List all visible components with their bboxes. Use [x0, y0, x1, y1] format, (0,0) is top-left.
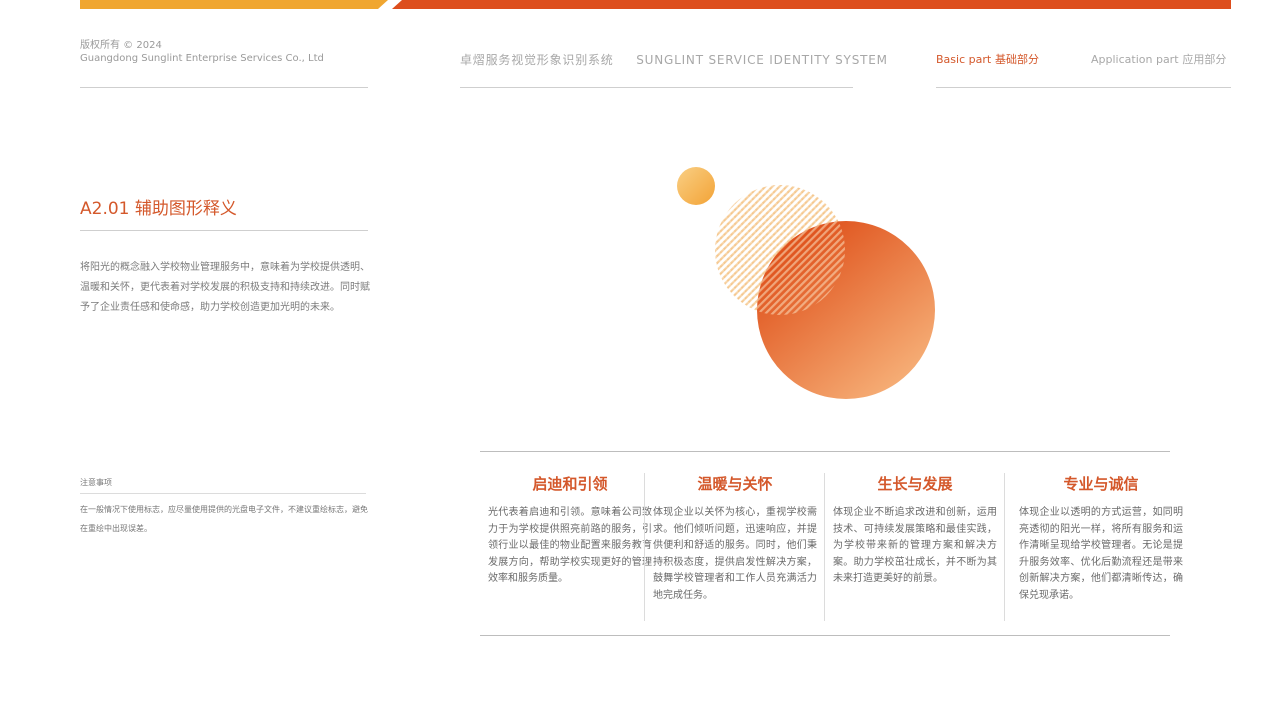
value-card: 生长与发展 体现企业不断追求改进和创新，运用技术、可持续发展策略和最佳实践，为学…	[825, 473, 1005, 621]
section-title: A2.01 辅助图形释义	[80, 199, 237, 219]
value-card: 温暖与关怀 体现企业以关怀为核心，重视学校需求。他们倾听问题，迅速响应，并提供便…	[645, 473, 825, 621]
notes-title: 注意事项	[80, 478, 112, 487]
nav-application-part[interactable]: Application part 应用部分	[1091, 51, 1226, 67]
header-divider-center	[460, 87, 853, 88]
nav-app-cn: 应用部分	[1182, 53, 1227, 66]
nav-basic-part[interactable]: Basic part 基础部分	[936, 51, 1039, 67]
value-text: 体现企业不断追求改进和创新，运用技术、可持续发展策略和最佳实践，为学校带来新的管…	[833, 507, 997, 584]
copyright: 版权所有 © 2024 Guangdong Sunglint Enterpris…	[80, 39, 324, 65]
top-color-bar	[80, 0, 1231, 9]
system-title: 卓熠服务视觉形象识别系统 SUNGLINT SERVICE IDENTITY S…	[460, 51, 888, 68]
value-title: 启迪和引领	[532, 475, 608, 493]
values-bottom-divider	[480, 635, 1170, 636]
nav-app-en: Application part	[1091, 53, 1179, 66]
section-divider	[80, 230, 368, 231]
notes-divider	[80, 493, 366, 494]
notes-text: 在一般情况下使用标志，应尽量使用提供的光盘电子文件，不建议重绘标志，避免在重绘中…	[80, 505, 368, 533]
header-divider-right	[936, 87, 1231, 88]
value-card: 启迪和引领 光代表着启迪和引领。意味着公司致力于为学校提供照亮前路的服务，引领行…	[480, 473, 660, 621]
sun-graphic	[677, 167, 935, 399]
value-separator	[1004, 473, 1005, 621]
value-title: 生长与发展	[877, 475, 953, 493]
values-top-divider	[480, 451, 1170, 452]
company-name: Guangdong Sunglint Enterprise Services C…	[80, 53, 324, 64]
value-card: 专业与诚信 体现企业以透明的方式运营，如同明亮透彻的阳光一样，将所有服务和运作清…	[1011, 473, 1191, 621]
nav-basic-en: Basic part	[936, 53, 992, 66]
value-text: 光代表着启迪和引领。意味着公司致力于为学校提供照亮前路的服务，引领行业以最佳的物…	[488, 507, 652, 584]
small-sun-circle	[677, 167, 715, 205]
values-section: 启迪和引领 光代表着启迪和引领。意味着公司致力于为学校提供照亮前路的服务，引领行…	[480, 473, 1183, 621]
copyright-line: 版权所有 © 2024	[80, 40, 162, 51]
section-description: 将阳光的概念融入学校物业管理服务中，意味着为学校提供透明、温暖和关怀，更代表着对…	[80, 262, 370, 313]
header-divider-left	[80, 87, 368, 88]
nav-basic-cn: 基础部分	[995, 53, 1040, 66]
value-text: 体现企业以透明的方式运营，如同明亮透彻的阳光一样，将所有服务和运作清晰呈现给学校…	[1019, 507, 1183, 601]
value-title: 温暖与关怀	[697, 475, 773, 493]
system-title-cn: 卓熠服务视觉形象识别系统	[460, 53, 614, 67]
system-title-en: SUNGLINT SERVICE IDENTITY SYSTEM	[636, 53, 888, 67]
value-title: 专业与诚信	[1063, 475, 1139, 493]
value-text: 体现企业以关怀为核心，重视学校需求。他们倾听问题，迅速响应，并提供便利和舒适的服…	[653, 507, 817, 601]
